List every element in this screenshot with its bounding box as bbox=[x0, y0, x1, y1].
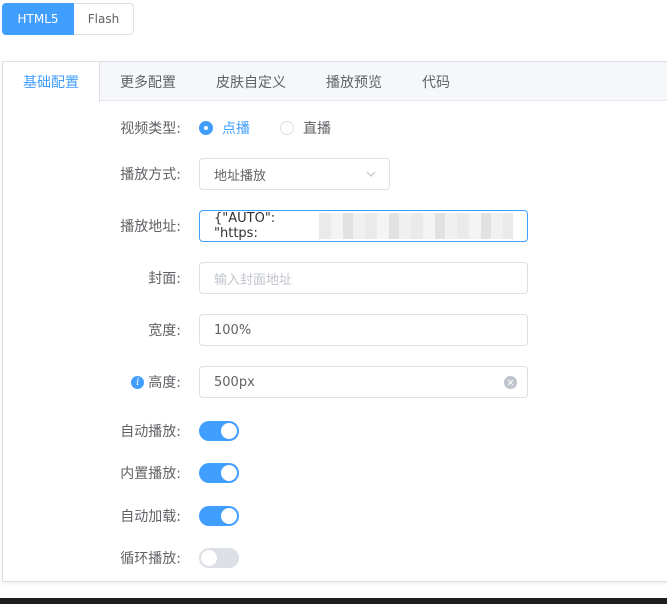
tab-code[interactable]: 代码 bbox=[402, 62, 470, 102]
video-type-row: 视频类型: 点播 直播 bbox=[3, 116, 663, 140]
tab-basic-config[interactable]: 基础配置 bbox=[3, 62, 100, 102]
cover-row: 封面: 输入封面地址 bbox=[3, 262, 663, 294]
play-mode-row: 播放方式: 地址播放 bbox=[3, 158, 663, 190]
play-url-label: 播放地址: bbox=[120, 219, 181, 235]
height-input[interactable]: 500px bbox=[199, 366, 528, 398]
radio-unchecked-icon bbox=[280, 121, 294, 135]
bottom-edge-bar bbox=[0, 598, 667, 604]
cover-input[interactable]: 输入封面地址 bbox=[199, 262, 528, 294]
autoload-row: 自动加载: bbox=[3, 504, 663, 528]
loop-switch[interactable] bbox=[199, 548, 239, 568]
width-input[interactable]: 100% bbox=[199, 314, 528, 346]
chevron-down-icon bbox=[366, 171, 376, 177]
inline-play-switch[interactable] bbox=[199, 463, 239, 483]
play-mode-select[interactable]: 地址播放 bbox=[199, 158, 390, 190]
play-mode-label: 播放方式: bbox=[120, 167, 181, 183]
width-value: 100% bbox=[214, 322, 252, 338]
radio-vod[interactable]: 点播 bbox=[199, 118, 250, 138]
height-label-wrap: i 高度: bbox=[131, 372, 181, 392]
video-type-radio-group: 点播 直播 bbox=[199, 118, 361, 138]
play-url-row: 播放地址: {"AUTO": "https: bbox=[3, 210, 663, 242]
player-mode-toggle: HTML5 Flash bbox=[2, 3, 134, 35]
inline-play-row: 内置播放: bbox=[3, 461, 663, 485]
cover-placeholder: 输入封面地址 bbox=[214, 272, 293, 288]
autoplay-label: 自动播放: bbox=[120, 424, 181, 440]
tab-skin-custom[interactable]: 皮肤自定义 bbox=[196, 62, 306, 102]
height-row: i 高度: 500px bbox=[3, 366, 663, 398]
inline-play-label: 内置播放: bbox=[120, 466, 181, 482]
flash-button[interactable]: Flash bbox=[74, 3, 134, 35]
info-icon[interactable]: i bbox=[131, 375, 145, 389]
radio-live[interactable]: 直播 bbox=[280, 118, 331, 138]
width-row: 宽度: 100% bbox=[3, 314, 663, 346]
clear-icon[interactable] bbox=[504, 376, 517, 389]
autoload-switch[interactable] bbox=[199, 506, 239, 526]
redacted-url-block bbox=[319, 213, 513, 239]
autoplay-row: 自动播放: bbox=[3, 419, 663, 443]
play-url-value: {"AUTO": "https: bbox=[214, 211, 276, 241]
radio-checked-icon bbox=[199, 121, 213, 135]
config-card: 基础配置 更多配置 皮肤自定义 播放预览 代码 视频类型: 点播 直播 播放方式… bbox=[2, 61, 667, 582]
tab-more-config[interactable]: 更多配置 bbox=[100, 62, 196, 102]
radio-live-label: 直播 bbox=[303, 121, 331, 137]
autoload-label: 自动加载: bbox=[120, 509, 181, 525]
play-url-input[interactable]: {"AUTO": "https: bbox=[199, 210, 528, 242]
height-value: 500px bbox=[214, 374, 255, 390]
tab-play-preview[interactable]: 播放预览 bbox=[306, 62, 402, 102]
tab-bar: 基础配置 更多配置 皮肤自定义 播放预览 代码 bbox=[3, 62, 667, 102]
autoplay-switch[interactable] bbox=[199, 421, 239, 441]
loop-label: 循环播放: bbox=[120, 551, 181, 567]
html5-button[interactable]: HTML5 bbox=[2, 3, 74, 35]
height-label: 高度: bbox=[148, 375, 181, 391]
radio-vod-label: 点播 bbox=[222, 121, 250, 137]
cover-label: 封面: bbox=[148, 271, 181, 287]
width-label: 宽度: bbox=[148, 323, 181, 339]
video-type-label: 视频类型: bbox=[120, 121, 181, 137]
play-mode-value: 地址播放 bbox=[214, 168, 267, 184]
loop-row: 循环播放: bbox=[3, 546, 663, 570]
